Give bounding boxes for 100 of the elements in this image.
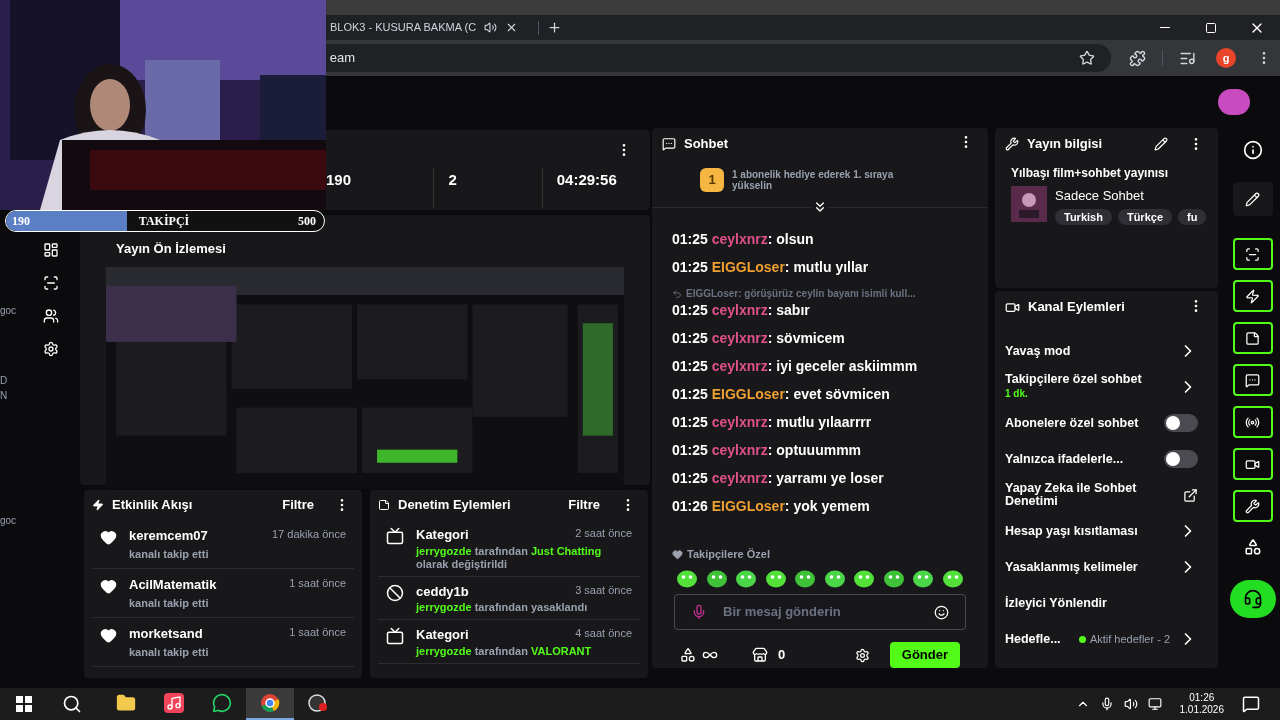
wrench-icon [1005,137,1019,151]
heart-icon [100,627,117,644]
emote-icon[interactable] [912,568,935,589]
channel-action-row[interactable]: Abonelere özel sohbet [1005,405,1208,441]
settings-icon[interactable] [43,341,59,357]
action-label: Yalnızca ifadelerle... [1005,452,1125,466]
event-time: 4 saat önce [575,626,632,641]
dashboard-icon[interactable] [43,242,59,258]
taskbar-app[interactable] [246,688,294,720]
emote-icon[interactable] [794,568,817,589]
filter-button[interactable]: Filtre [282,495,314,515]
clock-date: 1.01.2026 [1179,704,1224,716]
tag-chip[interactable]: fu [1178,208,1207,225]
user-name[interactable]: morketsand [129,624,203,644]
clock-time: 01:26 [1189,692,1215,704]
panel-title: Etkinlik Akışı [112,496,193,515]
tag-chip[interactable]: Türkçe [1117,208,1172,225]
chat-icon [662,136,676,151]
address-text: eam [329,49,355,68]
shapes-icon[interactable] [1243,538,1262,556]
settings-icon[interactable] [854,647,870,663]
category-name[interactable]: Sadece Sohbet [1055,186,1208,206]
channel-action-row[interactable]: Yasaklanmış kelimeler [1005,549,1208,585]
channel-action-row[interactable]: İzleyici Yönlendir [1005,585,1208,621]
emote-icon[interactable] [735,568,758,589]
profile-avatar[interactable]: g [1216,48,1236,68]
event-text: kanalı takip etti [129,595,210,611]
user-name[interactable]: keremcem07 [129,526,208,546]
users-icon[interactable] [43,308,59,324]
chat-message: 01:25 ceylxnrz: sövmicem [672,329,846,349]
event-time: 17 dakika önce [272,527,346,542]
emote-icon[interactable] [823,568,846,589]
edit-icon[interactable] [1154,137,1168,151]
notification-icon[interactable] [1242,695,1260,713]
scan-icon[interactable] [43,275,59,291]
maximize-icon [1205,21,1217,34]
emote-icon[interactable] [705,568,728,589]
tool-button[interactable] [1232,448,1273,480]
chat-message: 01:25 ceylxnrz: olsun [672,230,815,250]
entry-title: Kategori [416,626,469,644]
tool-button[interactable] [1232,238,1273,270]
channel-action-row[interactable]: Hedefle... Aktif hedefler - 2 [1005,621,1208,657]
tool-button[interactable] [1232,490,1273,522]
channel-action-row[interactable]: Yapay Zeka ile Sohbet Denetimi [1005,477,1208,513]
info-icon[interactable] [1242,140,1263,160]
message-field[interactable]: Bir mesaj gönderin [674,594,966,630]
browser-tab[interactable]: BLOK3 - KUSURA BAKMA (C [330,15,531,40]
emote-icon[interactable] [676,568,698,589]
emote-icon[interactable] [764,568,787,589]
channel-action-row[interactable]: Yavaş mod [1005,333,1208,369]
chat-message: 01:25 EIGGLoser: evet sövmicen [672,385,891,405]
search-icon[interactable] [62,694,82,714]
chat-message: 01:25 ceylxnrz: sabır [672,301,811,321]
tool-button[interactable] [1232,364,1273,396]
desktop-text: goc [0,304,18,318]
tool-button[interactable] [1232,280,1273,312]
tag-chip[interactable]: Turkish [1055,208,1112,225]
chat-message: 01:26 EIGGLoser: yok yemem [672,497,871,517]
send-button[interactable]: Gönder [889,642,960,668]
address-field[interactable]: eam [325,44,1112,72]
speaker-icon [484,21,498,34]
emote-icon[interactable] [941,568,964,589]
panel-title: Yayın bilgisi [1027,135,1103,154]
tool-button[interactable] [1232,322,1273,354]
toggle-switch[interactable] [1164,414,1198,432]
points-count: 0 [778,646,786,665]
heart-icon [672,548,683,560]
user-name[interactable]: AcilMatematik [129,575,217,595]
event-time: 3 saat önce [575,582,632,598]
store-icon [752,647,768,663]
goal-label: TAKİPÇİ [138,213,190,230]
folder-icon [116,693,136,713]
event-text: jerrygozde tarafından VALORANT [416,644,593,658]
rank-badge: 1 [700,167,724,192]
channel-action-row[interactable]: Hesap yaşı kısıtlaması [1005,513,1208,549]
toggle-switch[interactable] [1164,450,1198,468]
emote-section-label: Takipçilere Özel [687,546,770,562]
bolt-icon [1245,288,1260,304]
windows-icon[interactable] [16,696,32,712]
pencil-icon [1245,191,1260,207]
panel-title: Sohbet [684,135,729,154]
filter-button[interactable]: Filtre [568,495,600,515]
event-text: kanalı takip etti [129,546,210,562]
channel-action-row[interactable]: Takipçilere özel sohbet 1 dk. [1005,369,1208,405]
stat-value: 04:29:56 [556,171,617,188]
heart-icon [100,578,117,595]
tool-button[interactable] [1232,406,1273,438]
edit-button[interactable] [1232,182,1273,216]
reply-icon [672,288,682,299]
chat-message: 01:25 ceylxnrz: iyi geceler askiimmm [672,357,919,377]
goal-target: 500 [298,213,317,230]
event-text: jerrygozde tarafından Just Chatting olarak değiştirildi [416,544,603,571]
emote-icon[interactable] [853,568,876,589]
event-text: kanalı takip etti [129,644,210,660]
help-button[interactable] [1229,580,1276,618]
entry-title: ceddy1b [416,582,469,601]
emote-icon[interactable] [882,568,905,589]
channel-action-row[interactable]: Yalnızca ifadelerle... [1005,441,1208,477]
avatar-icon[interactable] [1218,89,1250,115]
mic-icon [1099,697,1114,711]
